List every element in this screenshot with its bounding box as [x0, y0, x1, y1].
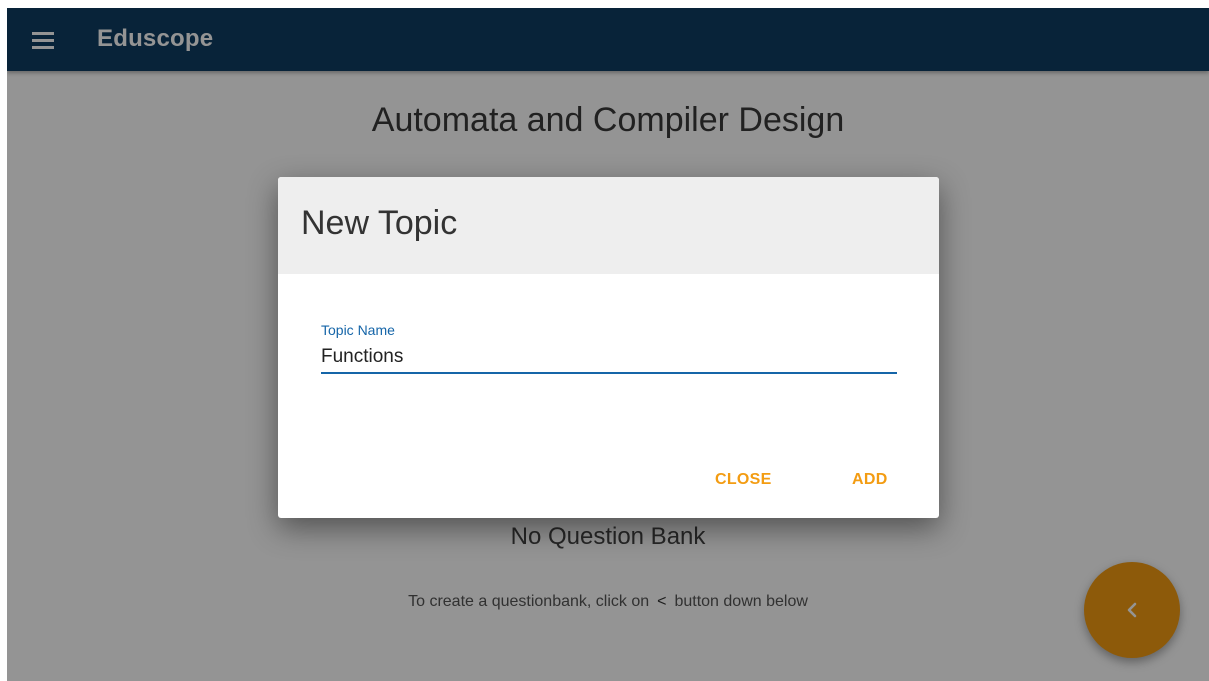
new-topic-dialog: New Topic Topic Name CLOSE ADD [278, 177, 939, 518]
dialog-actions: CLOSE ADD [278, 460, 939, 510]
topic-name-input[interactable] [321, 342, 897, 374]
add-button[interactable]: ADD [844, 460, 896, 500]
topic-name-field: Topic Name [321, 322, 897, 382]
app-window: Eduscope Automata and Compiler Design No… [7, 8, 1209, 681]
dialog-header: New Topic [278, 177, 939, 274]
dialog-title: New Topic [301, 204, 458, 242]
topic-name-label: Topic Name [321, 322, 395, 338]
close-button[interactable]: CLOSE [707, 460, 780, 500]
